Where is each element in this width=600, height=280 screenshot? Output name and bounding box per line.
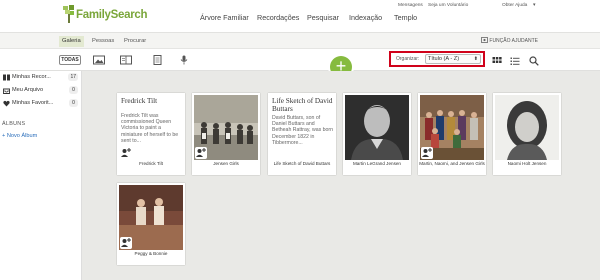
- tag-person-icon[interactable]: [421, 147, 433, 159]
- story-title: Life Sketch of David Buttars: [272, 97, 333, 113]
- microphone-icon[interactable]: [178, 55, 190, 65]
- sidebar-item-my-inbox[interactable]: Meu Arquivo 0: [0, 84, 82, 97]
- photo-thumbnail: [495, 95, 559, 160]
- filter-all-button[interactable]: TODAS: [59, 55, 81, 65]
- tab-gallery[interactable]: Galeria: [59, 36, 84, 47]
- nav-family-tree[interactable]: Árvore Familiar: [200, 13, 249, 22]
- story-excerpt: David Buttars, son of Daniel Buttars and…: [272, 115, 334, 145]
- story-excerpt: Fredrick Tilt was commissioned Queen Vic…: [121, 113, 179, 143]
- memory-card[interactable]: Jensen Girls: [192, 93, 260, 175]
- memory-card[interactable]: Fredrick Tilt Fredrick Tilt was commissi…: [117, 93, 185, 175]
- memory-card[interactable]: Life Sketch of David Buttars David Butta…: [268, 93, 336, 175]
- new-album-link[interactable]: + Novo Álbum: [2, 133, 37, 139]
- memory-card[interactable]: Peggy & Bonnie: [117, 183, 185, 265]
- sort-select[interactable]: Título (A - Z) ⬍: [425, 54, 481, 64]
- helper-mode-link[interactable]: FUNÇÃO AJUDANTE: [481, 37, 538, 44]
- gallery-grid: Fredrick Tilt Fredrick Tilt was commissi…: [82, 71, 600, 280]
- sidebar-item-my-memories[interactable]: Minhas Recor... 17: [0, 71, 82, 84]
- volunteer-link[interactable]: Seja um Voluntário: [428, 3, 468, 8]
- brand-name: FamilySearch: [76, 9, 148, 21]
- chevron-down-icon[interactable]: ▾: [533, 3, 535, 8]
- count-badge: 0: [69, 99, 78, 107]
- book-icon[interactable]: [120, 55, 132, 65]
- sidebar-item-label: Minhas Recor...: [12, 74, 51, 80]
- nav-memories[interactable]: Recordações: [257, 13, 299, 22]
- card-caption: Martin, Naomi, and Jensen Girls: [419, 161, 485, 166]
- tag-person-icon[interactable]: [195, 147, 207, 159]
- count-badge: 0: [69, 86, 78, 94]
- inbox-icon: [3, 88, 10, 94]
- card-caption: Martin LeGrand Jensen: [352, 161, 401, 166]
- photo-icon[interactable]: [93, 55, 105, 65]
- card-caption: Naomi Holt Jensen: [507, 161, 547, 166]
- nav-search[interactable]: Pesquisar: [307, 13, 339, 22]
- tag-person-icon[interactable]: [120, 237, 132, 249]
- get-help-link[interactable]: Obter Ajuda: [502, 3, 527, 8]
- memory-card[interactable]: Martin, Naomi, and Jensen Girls: [418, 93, 486, 175]
- sidebar-item-label: Minhas Favorit...: [12, 100, 54, 106]
- tag-person-icon[interactable]: [120, 147, 132, 159]
- albums-heading: ÁLBUNS: [2, 121, 26, 127]
- helper-icon: [481, 37, 488, 43]
- sidebar-item-label: Meu Arquivo: [12, 87, 44, 93]
- helper-label: FUNÇÃO AJUDANTE: [489, 38, 539, 44]
- sort-label: Organizar:: [396, 56, 420, 62]
- top-header: FamilySearch Mensagens Seja um Voluntári…: [0, 0, 600, 32]
- story-title: Fredrick Tilt: [121, 97, 158, 105]
- memory-card[interactable]: Martin LeGrand Jensen: [343, 93, 411, 175]
- card-caption: Jensen Girls: [213, 161, 239, 166]
- tab-find[interactable]: Procurar: [121, 36, 149, 47]
- sidebar-item-my-favorites[interactable]: Minhas Favorit... 0: [0, 97, 82, 110]
- nav-temple[interactable]: Templo: [394, 13, 417, 22]
- card-caption: Peggy & Bonnie: [134, 251, 168, 256]
- list-view-icon[interactable]: [510, 56, 520, 66]
- photo-thumbnail: [345, 95, 409, 160]
- document-icon[interactable]: [151, 55, 163, 65]
- family-tree-logo-icon: [63, 5, 74, 23]
- count-badge: 17: [68, 73, 78, 81]
- nav-indexing[interactable]: Indexação: [349, 13, 382, 22]
- sort-value: Título (A - Z): [428, 56, 460, 62]
- search-icon[interactable]: [529, 56, 539, 66]
- messages-link[interactable]: Mensagens: [398, 3, 423, 8]
- sidebar: Minhas Recor... 17 Meu Arquivo 0 Minhas …: [0, 71, 82, 280]
- grid-view-icon[interactable]: [492, 56, 502, 66]
- sort-control: Organizar: Título (A - Z) ⬍: [389, 51, 485, 67]
- card-caption: Life Sketch of David Buttars: [273, 161, 331, 166]
- gallery-icon: [3, 74, 10, 81]
- familysearch-logo[interactable]: FamilySearch: [62, 4, 152, 26]
- memory-card[interactable]: Naomi Holt Jensen: [493, 93, 561, 175]
- select-arrows-icon: ⬍: [473, 56, 478, 62]
- card-caption: Fredrick Tilt: [139, 161, 163, 166]
- memories-subnav: Galeria Pessoas Procurar FUNÇÃO AJUDANTE: [0, 32, 600, 48]
- heart-icon: [3, 100, 10, 107]
- tab-people[interactable]: Pessoas: [89, 36, 117, 47]
